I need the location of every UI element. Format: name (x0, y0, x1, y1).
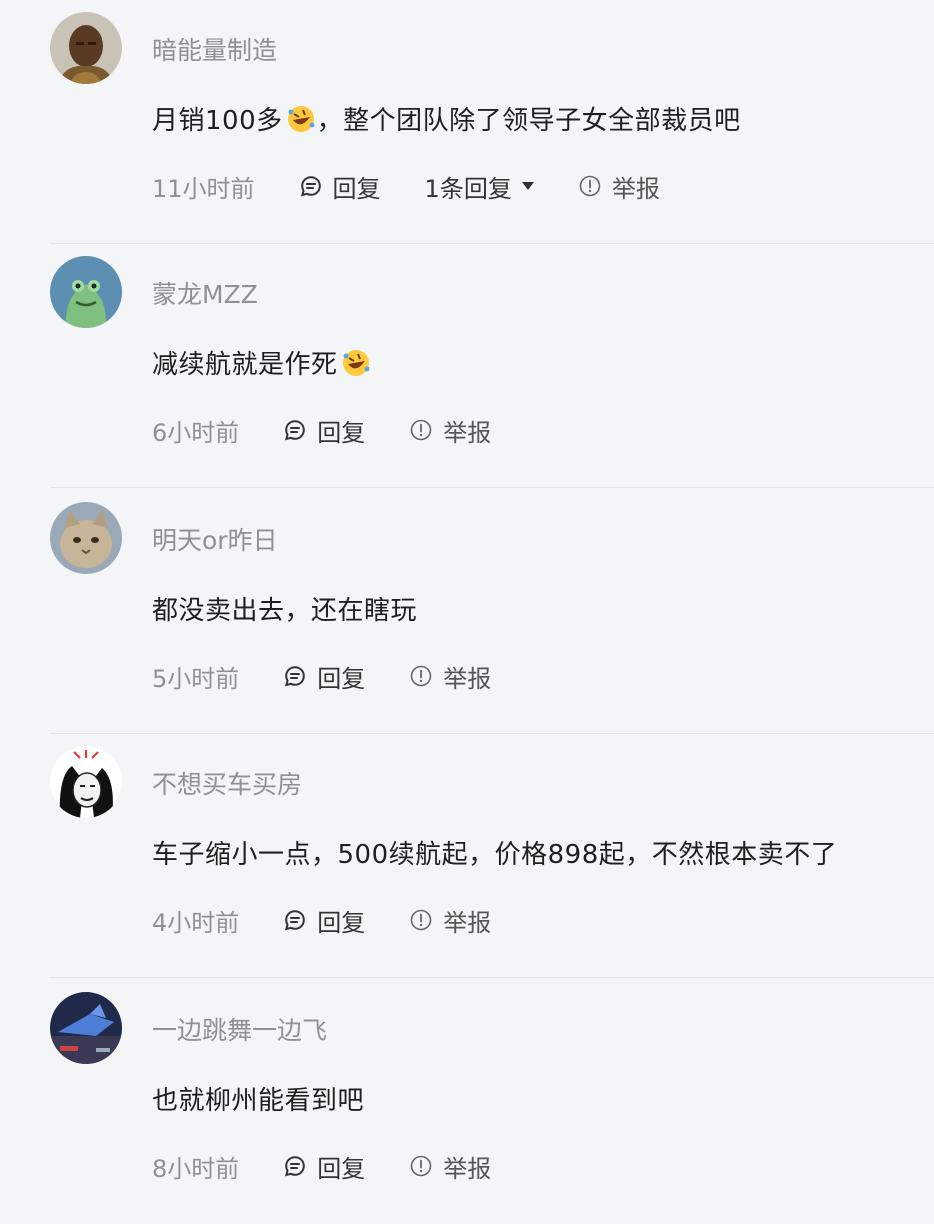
avatar[interactable] (50, 12, 122, 84)
comment-text: 都没卖出去，还在瞎玩 (152, 596, 418, 626)
comment-meta: 5小时前 回复 举报 (152, 658, 535, 694)
reply-label: 回复 (317, 908, 366, 937)
comment-text-head: 月销100多 (152, 106, 283, 136)
comment-item: 一边跳舞一边飞 也就柳州能看到吧 8小时前 回复 举报 (0, 980, 934, 1224)
rofl-emoji-icon (342, 350, 369, 376)
chat-bubble-icon (299, 174, 323, 198)
comment-meta: 11小时前 回复 1条回复 举报 (152, 168, 704, 204)
comment-item: 蒙龙MZZ 减续航就是作死 6小时前 回复 举报 (0, 244, 934, 488)
divider (50, 487, 934, 488)
info-circle-icon (578, 174, 602, 198)
username[interactable]: 蒙龙MZZ (152, 275, 258, 311)
info-circle-icon (409, 664, 433, 688)
report-label: 举报 (443, 1154, 492, 1183)
timestamp: 8小时前 (152, 1154, 240, 1183)
username[interactable]: 不想买车买房 (152, 765, 302, 801)
info-circle-icon (409, 418, 433, 442)
comment-meta: 8小时前 回复 举报 (152, 1148, 535, 1184)
comment-item: 不想买车买房 车子缩小一点，500续航起，价格898起，不然根本卖不了 4小时前… (0, 734, 934, 978)
comment-meta: 4小时前 回复 举报 (152, 902, 535, 938)
avatar[interactable] (50, 502, 122, 574)
caret-down-icon (521, 182, 534, 190)
chat-bubble-icon (283, 664, 307, 688)
comment-text: 月销100多 ，整个团队除了领导子女全部裁员吧 (152, 100, 741, 137)
reply-label: 回复 (332, 174, 381, 203)
comment-text-tail: ，整个团队除了领导子女全部裁员吧 (316, 106, 741, 136)
timestamp: 11小时前 (152, 174, 255, 203)
chat-bubble-icon (283, 418, 307, 442)
reply-label: 回复 (317, 664, 366, 693)
reply-label: 回复 (317, 418, 366, 447)
divider (50, 977, 934, 978)
chat-bubble-icon (283, 1154, 307, 1178)
avatar[interactable] (50, 256, 122, 328)
info-circle-icon (409, 1154, 433, 1178)
comment-text: 也就柳州能看到吧 (152, 1086, 365, 1116)
timestamp: 4小时前 (152, 908, 240, 937)
comment-meta: 6小时前 回复 举报 (152, 412, 535, 448)
username[interactable]: 暗能量制造 (152, 31, 277, 67)
chat-bubble-icon (283, 908, 307, 932)
avatar[interactable] (50, 746, 122, 818)
comment-text-head: 减续航就是作死 (152, 350, 338, 380)
view-replies-button[interactable]: 1条回复 (425, 169, 534, 204)
avatar[interactable] (50, 992, 122, 1064)
reply-label: 回复 (317, 1154, 366, 1183)
report-button[interactable]: 举报 (409, 1149, 491, 1184)
replies-count-label: 1条回复 (424, 174, 512, 203)
comment-text: 车子缩小一点，500续航起，价格898起，不然根本卖不了 (152, 840, 838, 870)
info-circle-icon (409, 908, 433, 932)
report-label: 举报 (611, 174, 660, 203)
rofl-emoji-icon (287, 106, 315, 132)
reply-button[interactable]: 回复 (283, 413, 365, 448)
comment-item: 暗能量制造 月销100多 ，整个团队除了领导子女全部裁员吧 11小时前 回复 1条… (0, 0, 934, 244)
reply-button[interactable]: 回复 (283, 903, 365, 938)
reply-button[interactable]: 回复 (283, 659, 365, 694)
timestamp: 5小时前 (152, 664, 240, 693)
username[interactable]: 一边跳舞一边飞 (152, 1011, 327, 1047)
report-button[interactable]: 举报 (409, 413, 491, 448)
reply-button[interactable]: 回复 (283, 1149, 365, 1184)
report-button[interactable]: 举报 (578, 169, 660, 204)
report-label: 举报 (443, 664, 492, 693)
reply-button[interactable]: 回复 (299, 169, 381, 204)
report-label: 举报 (443, 418, 492, 447)
report-button[interactable]: 举报 (409, 659, 491, 694)
report-label: 举报 (443, 908, 492, 937)
comment-item: 明天or昨日 都没卖出去，还在瞎玩 5小时前 回复 举报 (0, 490, 934, 734)
comment-list: 暗能量制造 月销100多 ，整个团队除了领导子女全部裁员吧 11小时前 回复 1条… (0, 0, 934, 1192)
timestamp: 6小时前 (152, 418, 240, 447)
comment-text: 减续航就是作死 (152, 344, 372, 381)
username[interactable]: 明天or昨日 (152, 521, 278, 557)
report-button[interactable]: 举报 (409, 903, 491, 938)
